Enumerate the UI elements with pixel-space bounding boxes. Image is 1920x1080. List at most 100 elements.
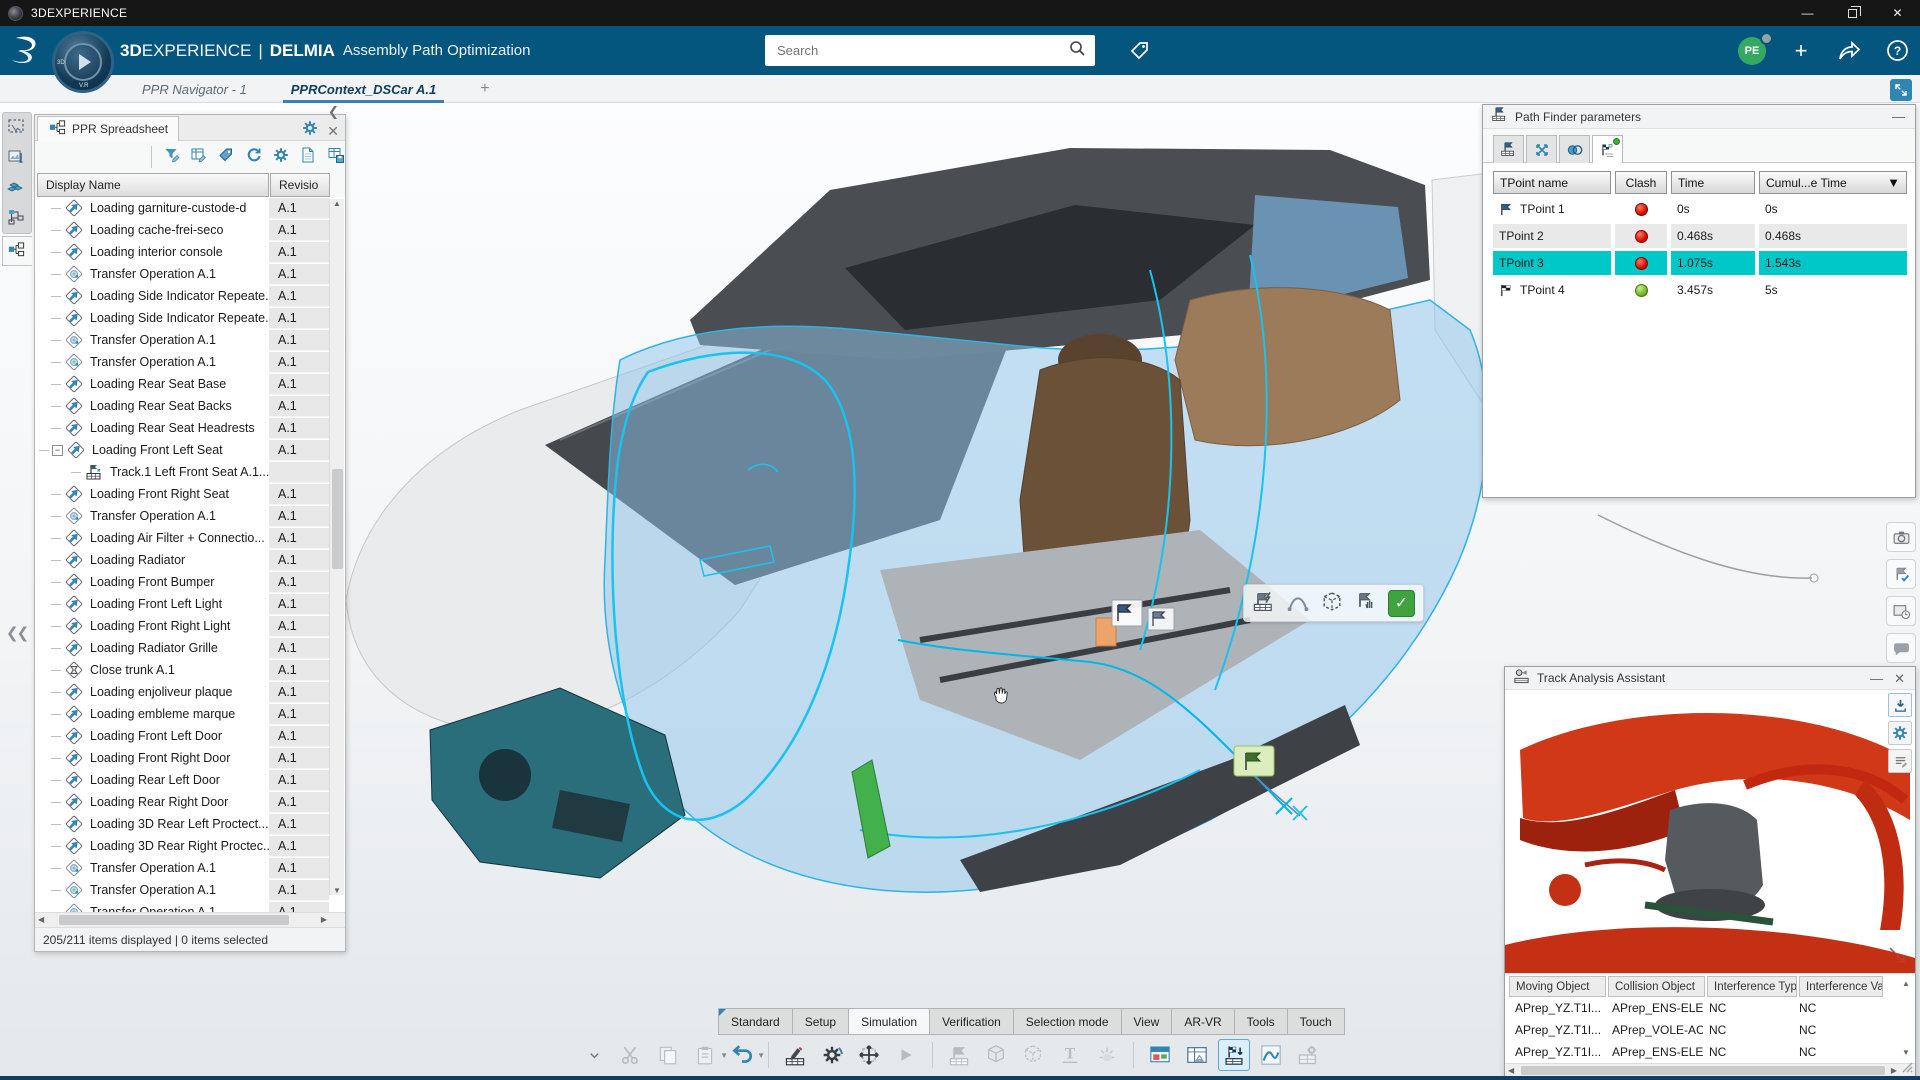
dropdown-caret-icon[interactable]: ▼ (757, 1051, 765, 1060)
tree-row[interactable]: Loading Air Filter + Connectio...A.1 (37, 527, 345, 549)
undo-icon[interactable]: ▼ (726, 1039, 758, 1071)
ppr-horizontal-scrollbar[interactable]: ◀ ▶ (35, 912, 345, 927)
global-search[interactable] (765, 35, 1095, 66)
tree-row[interactable]: Loading cache-frei-secoA.1 (37, 219, 345, 241)
tree-row[interactable]: Loading Rear Seat BacksA.1 (37, 395, 345, 417)
tree-row[interactable]: Transfer Operation A.1A.1 (37, 351, 345, 373)
interference-row[interactable]: APrep_YZ.T1I...APrep_ENS-ELEC...NCNC (1509, 1041, 1913, 1063)
panel-close-icon[interactable]: ✕ (327, 124, 339, 138)
import-results-icon[interactable] (1888, 693, 1912, 717)
pf-tab-spread-arrows-icon[interactable] (1526, 135, 1557, 163)
section-tab-standard[interactable]: Standard (718, 1008, 792, 1035)
bounding-box-icon[interactable] (1320, 590, 1346, 616)
tree-row[interactable]: Loading Rear Right DoorA.1 (37, 791, 345, 813)
filter-edit-icon[interactable] (163, 146, 181, 169)
plot-curve-icon[interactable] (1255, 1039, 1287, 1071)
search-icon[interactable] (1069, 40, 1086, 62)
ppr-spreadsheet-rail-tab[interactable] (2, 236, 32, 266)
clash-cell[interactable] (1615, 251, 1667, 275)
column-revision[interactable]: Revisio (270, 173, 330, 197)
pf-tab-track-points-icon[interactable] (1592, 135, 1623, 163)
clash-cell[interactable] (1615, 224, 1667, 248)
document-tab-1[interactable]: PPR Navigator - 1 (140, 78, 249, 101)
free-move-icon[interactable] (853, 1039, 885, 1071)
compass-play-icon[interactable] (79, 54, 91, 70)
tpoint-row[interactable]: TPoint 20.468s0.468s (1493, 224, 1915, 248)
track-column-header[interactable]: Moving Object (1509, 976, 1606, 997)
report-list-icon[interactable] (1888, 749, 1912, 773)
tree-row[interactable]: −Loading Front Left SeatA.1 (37, 439, 345, 461)
tree-row[interactable]: Loading interior consoleA.1 (37, 241, 345, 263)
tree-row[interactable]: Close trunk A.1A.1 (37, 659, 345, 681)
tree-row[interactable]: Loading Front BumperA.1 (37, 571, 345, 593)
tree-row[interactable]: Transfer Operation A.1A.1 (37, 329, 345, 351)
tpoint-row[interactable]: TPoint 4 3.457s5s (1493, 278, 1915, 302)
tpoint-name-cell[interactable]: TPoint 4 (1493, 278, 1611, 302)
time-cell[interactable]: 1.075s (1671, 251, 1755, 275)
section-tab-simulation[interactable]: Simulation (848, 1008, 929, 1035)
tag-icon[interactable] (217, 146, 235, 169)
tpoint-name-cell[interactable]: TPoint 3 (1493, 251, 1611, 275)
time-cell[interactable]: 0s (1671, 197, 1755, 221)
tree-row[interactable]: Loading 3D Rear Right Proctec...A.1 (37, 835, 345, 857)
interference-row[interactable]: APrep_YZ.T1I...APrep_VOLE-AC...NCNC (1509, 1019, 1913, 1041)
column-display-name[interactable]: Display Name (37, 173, 269, 197)
time-cell[interactable]: 0.468s (1671, 224, 1755, 248)
cumulative-time-cell[interactable]: 0s (1759, 197, 1907, 221)
tree-row[interactable]: Loading 3D Rear Left Proctect...A.1 (37, 813, 345, 835)
structure-tree-icon[interactable] (6, 207, 28, 229)
ppr-vertical-scrollbar[interactable]: ▲ ▼ (329, 199, 344, 895)
new-tab-button[interactable]: + (478, 76, 491, 102)
fullscreen-expand-icon[interactable] (1890, 79, 1912, 101)
frame-select-icon[interactable] (6, 117, 28, 139)
interference-row[interactable]: APrep_YZ.T1I...APrep_ENS-ELEC...NCNC (1509, 997, 1913, 1019)
minimize-button[interactable]: — (1785, 0, 1830, 26)
ppr-spreadsheet-tab[interactable]: PPR Spreadsheet (37, 116, 179, 141)
section-tab-tools[interactable]: Tools (1234, 1008, 1287, 1035)
results-table-icon[interactable] (1181, 1039, 1213, 1071)
smooth-curve-icon[interactable] (1286, 590, 1312, 616)
tree-row[interactable]: Transfer Operation A.1A.1 (37, 505, 345, 527)
section-tab-selection-mode[interactable]: Selection mode (1013, 1008, 1121, 1035)
search-input[interactable] (765, 42, 1069, 59)
track-vertical-scrollbar[interactable]: ▲▼ (1899, 977, 1913, 1059)
tpoint-name-cell[interactable]: TPoint 2 (1493, 224, 1611, 248)
tree-row[interactable]: Loading embleme marqueA.1 (37, 703, 345, 725)
tree-row[interactable]: Transfer Operation A.1A.1 (37, 879, 345, 901)
collision-preview-3d[interactable] (1505, 690, 1915, 974)
section-tab-ar-vr[interactable]: AR-VR (1171, 1008, 1233, 1035)
panel-settings-gear-icon[interactable] (301, 119, 319, 142)
help-icon[interactable]: ? (1884, 38, 1910, 64)
panel-close-icon[interactable]: ✕ (1892, 672, 1907, 685)
flag-check-icon[interactable] (1886, 559, 1916, 589)
tree-row[interactable]: Loading Front Right LightA.1 (37, 615, 345, 637)
track-column-header[interactable]: Collision Object (1608, 976, 1705, 997)
comment-icon[interactable] (1886, 633, 1916, 663)
refresh-icon[interactable] (245, 146, 263, 169)
collapse-left-chevron[interactable]: ❮❮ (6, 624, 27, 642)
table-edit-icon[interactable] (190, 146, 208, 169)
tree-row[interactable]: Loading Side Indicator Repeate...A.1 (37, 307, 345, 329)
restore-button[interactable] (1830, 0, 1875, 26)
pf-column-header[interactable]: Cumul...e Time▼ (1759, 171, 1907, 194)
section-tab-setup[interactable]: Setup (792, 1008, 848, 1035)
table-save-icon[interactable] (327, 146, 345, 169)
time-cell[interactable]: 3.457s (1671, 278, 1755, 302)
tree-row[interactable]: Loading Side Indicator Repeate...A.1 (37, 285, 345, 307)
pf-column-header[interactable]: TPoint name (1493, 171, 1611, 194)
validate-hand-icon[interactable] (1354, 590, 1380, 616)
gear-icon[interactable] (1888, 721, 1912, 745)
display-modes-icon[interactable] (1144, 1039, 1176, 1071)
image-note-icon[interactable] (6, 147, 28, 169)
tree-expander[interactable]: − (52, 445, 63, 456)
document-icon[interactable] (299, 146, 317, 169)
tree-row[interactable]: Loading RadiatorA.1 (37, 549, 345, 571)
tree-row[interactable]: Track.1 Left Front Seat A.1... (37, 461, 345, 483)
clash-cell[interactable] (1615, 278, 1667, 302)
cumulative-time-cell[interactable]: 5s (1759, 278, 1907, 302)
path-lightning-icon[interactable] (1252, 590, 1278, 616)
panel-minimize-icon[interactable]: — (1890, 110, 1907, 123)
share-icon[interactable] (1836, 38, 1862, 64)
pf-column-header[interactable]: Clash (1615, 171, 1667, 194)
track-column-header[interactable]: Interference Type (1707, 976, 1797, 997)
